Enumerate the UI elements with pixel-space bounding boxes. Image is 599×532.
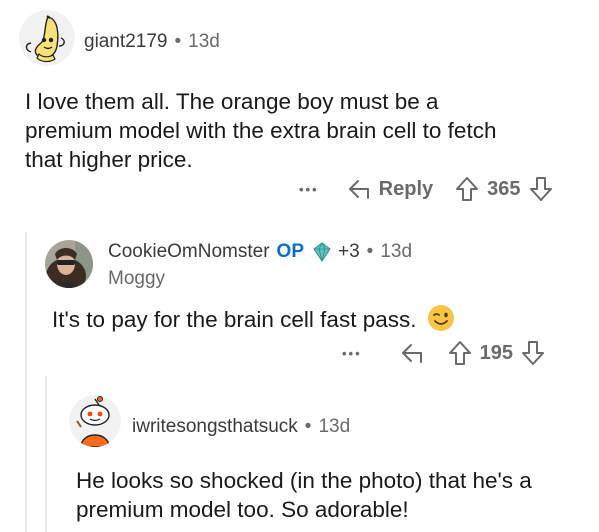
comment-meta: iwritesongsthatsuck • 13d <box>132 416 350 438</box>
wink-emoji-icon <box>427 305 454 331</box>
comment-time: 13d <box>188 31 220 52</box>
award-count: +3 <box>338 241 360 262</box>
meta-separator: • <box>304 416 312 437</box>
user-photo-avatar-icon <box>45 240 93 288</box>
thread-line-level2[interactable] <box>45 376 47 532</box>
comment-meta: CookieOmNomster OP +3 • 13d <box>108 241 412 263</box>
downvote-icon[interactable] <box>529 176 553 202</box>
comment-actions: ••• Reply 365 <box>299 176 553 202</box>
avatar[interactable] <box>19 10 75 66</box>
author-name[interactable]: giant2179 <box>84 31 167 52</box>
upvote-icon[interactable] <box>448 340 472 366</box>
reply-button[interactable]: Reply <box>347 178 433 201</box>
comment-body: He looks so shocked (in the photo) that … <box>76 468 532 522</box>
author-name[interactable]: iwritesongsthatsuck <box>132 416 298 437</box>
meta-separator: • <box>366 241 374 262</box>
avatar[interactable] <box>69 395 121 447</box>
reply-arrow-icon[interactable] <box>400 342 426 364</box>
more-options-button[interactable]: ••• <box>342 346 362 361</box>
reply-label: Reply <box>378 177 434 200</box>
more-options-button[interactable]: ••• <box>299 182 319 197</box>
vote-score: 365 <box>487 177 521 200</box>
avatar[interactable] <box>45 240 93 288</box>
thread-line-level1[interactable] <box>25 232 27 532</box>
vote-score: 195 <box>479 341 514 364</box>
comment-time: 13d <box>318 416 351 437</box>
comment-meta: giant2179 • 13d <box>84 31 220 53</box>
comment-body: I love them all. The orange boy must be … <box>25 89 497 172</box>
downvote-icon[interactable] <box>521 340 545 366</box>
reply-arrow-icon <box>348 180 369 199</box>
award-diamond-icon[interactable] <box>310 241 334 263</box>
snoo-avatar-orange-icon <box>69 395 121 447</box>
comment-actions: ••• 195 <box>342 340 545 366</box>
comment-time: 13d <box>380 241 413 262</box>
snoo-avatar-banana-icon <box>19 10 75 66</box>
upvote-icon[interactable] <box>455 176 479 202</box>
op-badge: OP <box>276 241 304 262</box>
comment-body: It's to pay for the brain cell fast pass… <box>52 304 455 334</box>
comment-body-text: It's to pay for the brain cell fast pass… <box>52 307 417 332</box>
meta-separator: • <box>174 31 182 52</box>
user-flair: Moggy <box>108 268 166 289</box>
author-name[interactable]: CookieOmNomster <box>108 241 270 263</box>
